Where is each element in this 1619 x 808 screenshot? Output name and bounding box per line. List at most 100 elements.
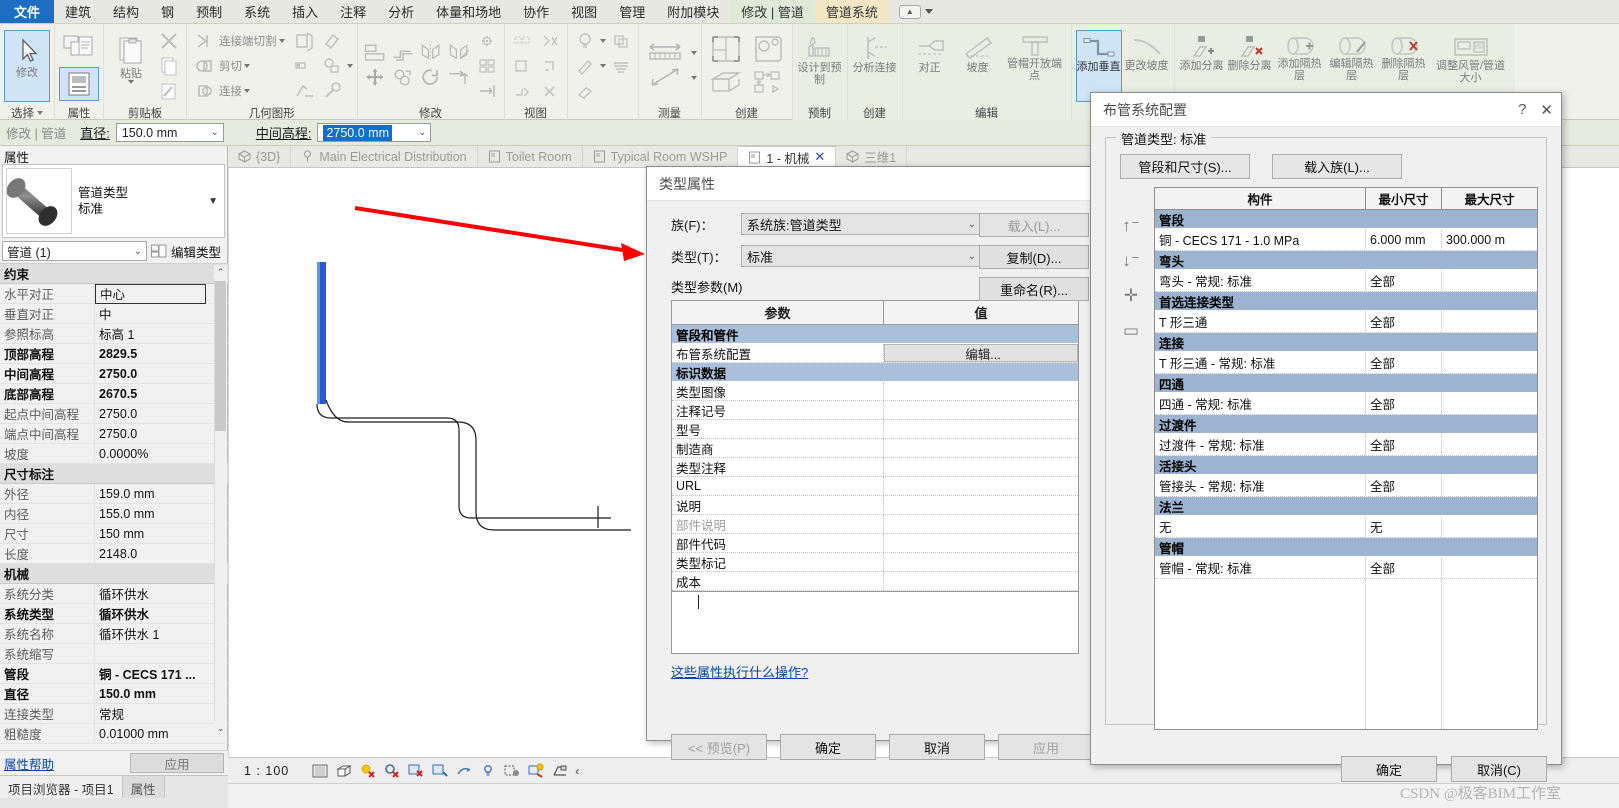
cut-profile-row[interactable]: 连接端切割 [191, 29, 285, 53]
property-group-header[interactable]: 尺寸标注⌃ [0, 464, 228, 484]
view-tab[interactable]: 三维1 [836, 146, 908, 167]
type-param-row[interactable]: 成本 [672, 572, 1078, 591]
pipe-component-max[interactable]: 300.000 m [1442, 229, 1537, 250]
property-group-header[interactable]: 约束 ⌃ [0, 264, 228, 284]
chevron-down-icon[interactable]: ⌄ [418, 127, 426, 138]
pipe-component-name[interactable]: 铜 - CECS 171 - 1.0 MPa [1155, 229, 1366, 250]
property-value[interactable]: 铜 - CECS 171 ... [95, 664, 228, 683]
resize-duct-pipe-button[interactable]: 调整风管/管道大小 [1431, 30, 1511, 102]
view-tab[interactable]: 1 - 机械 ✕ [738, 146, 837, 167]
create-part-icon[interactable] [748, 32, 788, 66]
property-value[interactable]: 循环供水 [95, 604, 228, 623]
trim-extend-icon[interactable] [446, 66, 472, 90]
paste-button[interactable]: 粘贴 [108, 30, 154, 102]
chevron-down-icon[interactable] [37, 110, 43, 115]
property-row[interactable]: 粗糙度 0.01000 mm [0, 723, 228, 744]
duplicate-button[interactable]: 复制(D)... [979, 245, 1089, 269]
property-row[interactable]: 参照标高 标高 1 [0, 323, 228, 344]
modify-button[interactable]: 修改 [4, 29, 50, 102]
chevron-down-icon[interactable]: ⌄ [134, 246, 142, 257]
property-row[interactable]: 系统类型 循环供水 [0, 603, 228, 624]
diameter-combo[interactable]: 150.0 mm ⌄ [115, 123, 224, 142]
chevron-down-icon[interactable]: ⌄ [210, 127, 218, 138]
lightbulb-icon[interactable] [572, 29, 598, 53]
type-selector-box[interactable]: 管道类型 标准 ▼ [2, 164, 225, 238]
property-value[interactable]: 2670.5 [95, 387, 228, 401]
property-value[interactable]: 159.0 mm [95, 487, 228, 501]
crop-region-icon[interactable] [431, 762, 448, 779]
property-row[interactable]: 长度 2148.0 [0, 543, 228, 564]
slope-button[interactable]: 坡度 [955, 30, 1001, 102]
design-to-fabrication-button[interactable]: 设计到预制 [797, 30, 843, 102]
property-row[interactable]: 直径 150.0 mm [0, 683, 228, 704]
tab-annotate[interactable]: 注释 [329, 0, 377, 23]
pipe-component-name[interactable]: 过渡件 - 常规: 标准 [1155, 434, 1366, 455]
expand-status-icon[interactable]: ‹ [575, 764, 579, 778]
demolish-icon[interactable] [319, 54, 345, 78]
view-tab[interactable]: Main Electrical Distribution [291, 146, 478, 167]
chevron-down-icon[interactable] [599, 38, 606, 43]
property-row[interactable]: 垂直对正中 [0, 303, 228, 324]
reset-isolate-icon[interactable] [537, 54, 563, 78]
change-slope-button[interactable]: 更改坡度 [1124, 30, 1170, 102]
scale-icon[interactable] [474, 79, 500, 103]
analytical-connection-button[interactable]: 分析连接 [852, 30, 898, 102]
type-param-row[interactable]: URL [672, 477, 1078, 496]
reveal-hidden-icon[interactable] [479, 762, 496, 779]
hide-crop-icon[interactable] [455, 762, 472, 779]
pipe-component-max[interactable] [1442, 352, 1537, 373]
properties-help-link[interactable]: 属性帮助 [4, 754, 54, 773]
isolate-icon[interactable] [509, 54, 535, 78]
edit-insulation-button[interactable]: 编辑隔热层 [1327, 30, 1377, 102]
property-row[interactable]: 坡度 0.0000% [0, 443, 228, 464]
type-param-row[interactable]: 部件说明 [672, 515, 1078, 534]
hammer-icon[interactable] [319, 79, 345, 103]
property-value[interactable]: 150 mm [95, 527, 228, 541]
property-row[interactable]: 中间高程 2750.0 [0, 363, 228, 384]
property-value[interactable]: 中 [95, 304, 228, 323]
cut-button[interactable] [156, 29, 182, 53]
property-value[interactable]: 中心 [95, 283, 206, 304]
visual-style-icon[interactable] [335, 762, 352, 779]
tab-file[interactable]: 文件 [0, 0, 55, 23]
tab-systems[interactable]: 系统 [233, 0, 281, 23]
apply-button[interactable]: 应用 [130, 753, 224, 773]
type-param-value[interactable] [884, 420, 1078, 438]
pipe-component-row[interactable]: 弯头 - 常规: 标准 全部 [1155, 270, 1537, 292]
pipe-component-name[interactable]: 无 [1155, 516, 1366, 537]
property-row[interactable]: 连接类型 常规 [0, 703, 228, 724]
tab-insert[interactable]: 插入 [281, 0, 329, 23]
add-row-icon[interactable]: ✛ [1124, 287, 1138, 304]
detail-level-icon[interactable] [311, 762, 328, 779]
property-value[interactable]: 常规 [95, 704, 228, 723]
copy-move-icon[interactable] [390, 66, 416, 90]
tab-view[interactable]: 视图 [560, 0, 608, 23]
tab-piping-systems[interactable]: 管道系统 [814, 0, 889, 23]
chevron-down-icon[interactable]: ⌄ [968, 219, 976, 230]
constraints-icon[interactable] [551, 762, 568, 779]
type-param-row[interactable]: 类型标记 [672, 553, 1078, 572]
pipe-component-name[interactable]: 四通 - 常规: 标准 [1155, 393, 1366, 414]
property-value[interactable]: 循环供水 1 [95, 624, 228, 643]
type-param-row[interactable]: 类型注释 [672, 458, 1078, 477]
tab-architecture[interactable]: 建筑 [54, 0, 102, 23]
type-help-link[interactable]: 这些属性执行什么操作? [671, 662, 808, 681]
create-assembly-icon[interactable] [706, 67, 746, 99]
pipe-component-max[interactable] [1442, 475, 1537, 496]
remove-separation-button[interactable]: 删除分离 [1227, 30, 1273, 102]
project-browser-tab[interactable]: 项目浏览器 - 项目1 [0, 776, 123, 798]
view-scale[interactable]: 1 : 100 [244, 764, 289, 778]
pipe-component-max[interactable] [1442, 270, 1537, 291]
load-family-button[interactable]: 载入族(L)... [1272, 154, 1402, 179]
pipe-config-ok-button[interactable]: 确定 [1341, 756, 1437, 782]
load-button[interactable]: 载入(L)... [979, 213, 1089, 237]
middle-elevation-combo[interactable]: 2750.0 mm ⌄ [317, 123, 432, 142]
pipe-component-name[interactable]: 弯头 - 常规: 标准 [1155, 270, 1366, 291]
pipe-component-max[interactable] [1442, 393, 1537, 414]
add-separation-button[interactable]: 添加分离 [1179, 30, 1225, 102]
join-geometry-icon[interactable] [191, 79, 217, 103]
type-properties-titlebar[interactable]: 类型属性 [647, 167, 1103, 201]
pipe-component-row[interactable]: 无无 [1155, 516, 1537, 538]
tab-analyze[interactable]: 分析 [377, 0, 425, 23]
tab-massing-site[interactable]: 体量和场地 [425, 0, 512, 23]
